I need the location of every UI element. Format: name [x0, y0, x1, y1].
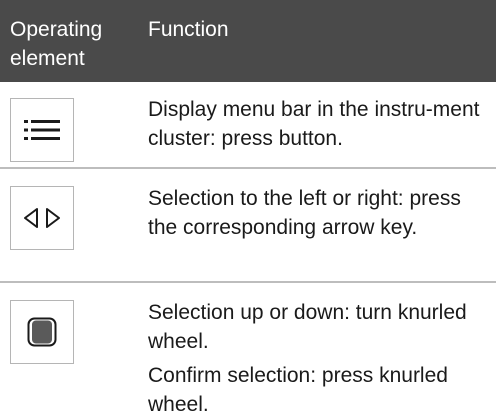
arrow-keys — [10, 186, 74, 250]
function-cell: Selection to the left or right: press th… — [148, 184, 488, 281]
table-row: Display menu bar in the instru-ment clus… — [0, 82, 496, 167]
function-cell: Display menu bar in the instru-ment clus… — [148, 95, 488, 167]
menu-list-icon — [24, 120, 60, 140]
operating-elements-table: Operating element Function Display menu … — [0, 0, 496, 419]
operating-element-cell — [0, 95, 148, 167]
function-text: Selection to the left or right: press th… — [148, 187, 461, 239]
function-text: Display menu bar in the instru-ment clus… — [148, 98, 480, 150]
function-text: Selection up or down: turn knurled wheel… — [148, 301, 467, 353]
operating-element-cell — [0, 184, 148, 281]
header-operating-element-label: Operating element — [10, 18, 103, 70]
knurled-wheel — [10, 300, 74, 364]
table-header: Operating element Function — [0, 0, 496, 82]
table-row: Selection to the left or right: press th… — [0, 169, 496, 281]
knurled-wheel-icon — [27, 317, 57, 347]
header-operating-element: Operating element — [0, 15, 148, 82]
function-text: Confirm selection: press knurled wheel. — [148, 364, 448, 416]
header-function-label: Function — [148, 18, 229, 41]
function-cell: Selection up or down: turn knurled wheel… — [148, 298, 488, 419]
header-function: Function — [148, 15, 229, 82]
operating-element-cell — [0, 298, 148, 419]
menu-button — [10, 98, 74, 162]
table-row: Selection up or down: turn knurled wheel… — [0, 283, 496, 419]
left-right-arrows-icon — [24, 208, 60, 228]
